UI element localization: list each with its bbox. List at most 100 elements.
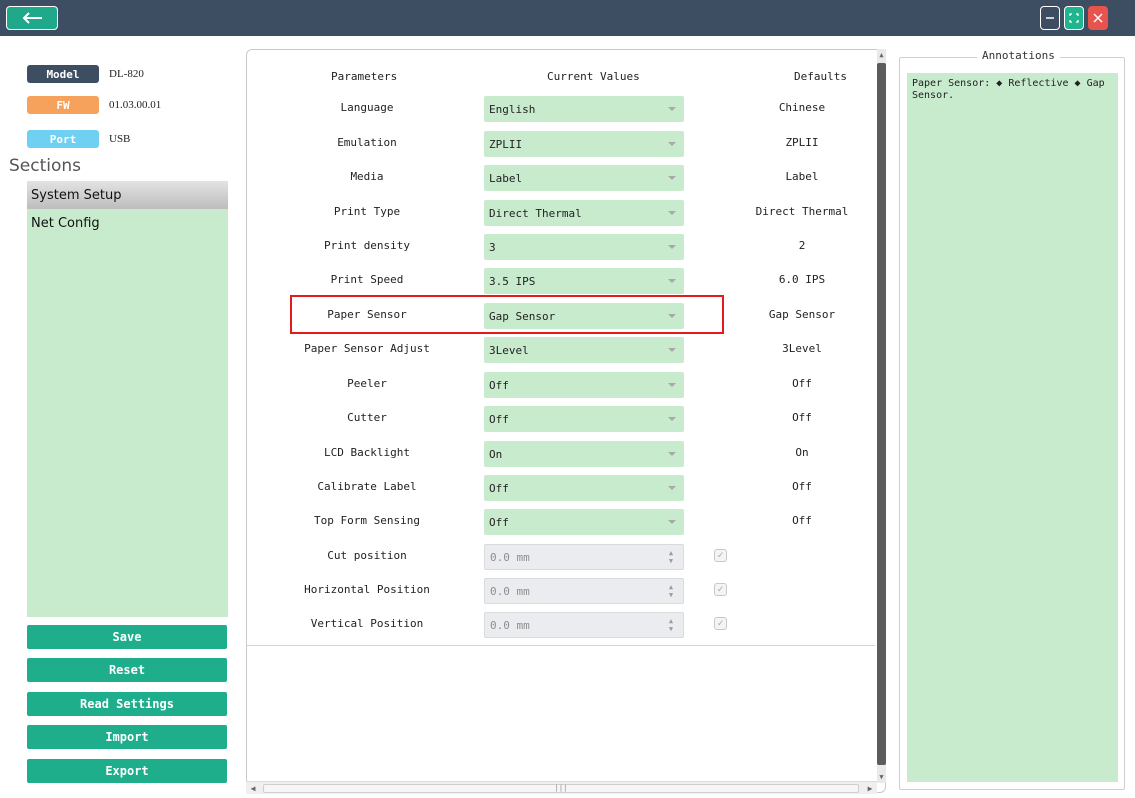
- cutter-dropdown[interactable]: Off: [484, 406, 684, 432]
- paper-sensor-adjust-dropdown[interactable]: 3Level: [484, 337, 684, 363]
- spinner-value: 0.0 mm: [490, 618, 530, 632]
- section-item-system-setup[interactable]: System Setup: [27, 181, 228, 209]
- dropdown-value: Direct Thermal: [489, 206, 582, 220]
- read-settings-button[interactable]: Read Settings: [27, 692, 227, 716]
- chevron-down-icon: [668, 107, 676, 111]
- minimize-icon: [1046, 17, 1054, 19]
- fw-value: 01.03.00.01: [109, 99, 162, 111]
- horizontal-position-spinner[interactable]: 0.0 mm ▲ ▼: [484, 578, 684, 604]
- lcd-backlight-dropdown[interactable]: On: [484, 441, 684, 467]
- param-label: Media: [350, 170, 384, 183]
- dropdown-value: 3.5 IPS: [489, 274, 536, 288]
- table-row: Emulation ZPLII ZPLII: [247, 129, 875, 159]
- chevron-down-icon: [668, 279, 676, 283]
- dropdown-value: 3: [489, 240, 496, 254]
- spinner-arrows-icon[interactable]: ▲ ▼: [667, 583, 675, 599]
- reset-button[interactable]: Reset: [27, 658, 227, 682]
- model-value: DL-820: [109, 68, 144, 80]
- emulation-dropdown[interactable]: ZPLII: [484, 131, 684, 157]
- param-label: Emulation: [337, 136, 397, 149]
- cut-position-checkbox[interactable]: ✓: [714, 549, 727, 562]
- chevron-down-icon: [668, 520, 676, 524]
- header-current-values: Current Values: [547, 70, 640, 83]
- sections-list: System Setup Net Config: [27, 181, 228, 617]
- vertical-scrollbar[interactable]: ▲ ▼: [877, 49, 886, 783]
- vertical-scroll-thumb[interactable]: [877, 63, 886, 765]
- table-row: Print density 3 2: [247, 232, 875, 262]
- fw-badge: FW: [27, 96, 99, 114]
- table-row: Top Form Sensing Off Off: [247, 507, 875, 537]
- param-label: Paper Sensor Adjust: [304, 342, 430, 355]
- param-label: LCD Backlight: [323, 446, 411, 459]
- spinner-arrows-icon[interactable]: ▲ ▼: [667, 549, 675, 565]
- table-row: LCD Backlight On On: [247, 439, 875, 469]
- default-value: ZPLII: [785, 136, 819, 149]
- spinner-arrows-icon[interactable]: ▲ ▼: [667, 617, 675, 633]
- fw-row: FW 01.03.00.01: [27, 96, 161, 114]
- dropdown-value: English: [489, 102, 536, 116]
- scroll-left-icon[interactable]: ◀: [246, 782, 260, 795]
- port-badge: Port: [27, 130, 99, 148]
- title-bar: [0, 0, 1135, 36]
- dropdown-value: 3Level: [489, 343, 529, 357]
- table-row: Calibrate Label Off Off: [247, 473, 875, 503]
- header-parameters: Parameters: [331, 70, 398, 83]
- default-value: Direct Thermal: [755, 205, 849, 218]
- default-value: Label: [785, 170, 819, 183]
- scroll-right-icon[interactable]: ▶: [863, 782, 877, 795]
- print-density-dropdown[interactable]: 3: [484, 234, 684, 260]
- param-label: Vertical Position: [310, 617, 424, 630]
- section-item-net-config[interactable]: Net Config: [27, 209, 228, 237]
- param-label: Print Speed: [330, 273, 404, 286]
- vertical-position-spinner[interactable]: 0.0 mm ▲ ▼: [484, 612, 684, 638]
- table-row: Language English Chinese: [247, 94, 875, 124]
- close-icon: [1093, 13, 1103, 23]
- chevron-down-icon: [668, 417, 676, 421]
- horizontal-position-checkbox[interactable]: ✓: [714, 583, 727, 596]
- save-button[interactable]: Save: [27, 625, 227, 649]
- language-dropdown[interactable]: English: [484, 96, 684, 122]
- print-speed-dropdown[interactable]: 3.5 IPS: [484, 268, 684, 294]
- spinner-value: 0.0 mm: [490, 584, 530, 598]
- scroll-down-icon[interactable]: ▼: [877, 771, 886, 783]
- arrow-left-icon: [22, 12, 42, 24]
- default-value: Chinese: [778, 101, 826, 114]
- import-button[interactable]: Import: [27, 725, 227, 749]
- horizontal-scroll-thumb[interactable]: |||: [263, 784, 859, 793]
- default-value: Gap Sensor: [768, 308, 836, 321]
- chevron-down-icon: [668, 452, 676, 456]
- close-button[interactable]: [1088, 6, 1108, 30]
- port-row: Port USB: [27, 130, 130, 148]
- annotations-text: Paper Sensor: ◆ Reflective ◆ Gap Sensor.: [907, 73, 1118, 782]
- table-row: Peeler Off Off: [247, 370, 875, 400]
- print-type-dropdown[interactable]: Direct Thermal: [484, 200, 684, 226]
- param-label: Horizontal Position: [304, 583, 430, 596]
- minimize-button[interactable]: [1040, 6, 1060, 30]
- back-button[interactable]: [6, 6, 58, 30]
- chevron-down-icon: [668, 348, 676, 352]
- table-row: Vertical Position 0.0 mm ▲ ▼ ✓: [247, 610, 875, 640]
- annotations-title: Annotations: [977, 49, 1060, 62]
- default-value: Off: [792, 480, 812, 493]
- media-dropdown[interactable]: Label: [484, 165, 684, 191]
- maximize-button[interactable]: [1064, 6, 1084, 30]
- dropdown-value: Off: [489, 412, 509, 426]
- scroll-up-icon[interactable]: ▲: [877, 49, 886, 61]
- table-row: Cut position 0.0 mm ▲ ▼ ✓: [247, 542, 875, 572]
- table-row: Paper Sensor Adjust 3Level 3Level: [247, 335, 875, 365]
- export-button[interactable]: Export: [27, 759, 227, 783]
- parameters-panel: Parameters Current Values Defaults Langu…: [246, 49, 886, 793]
- dropdown-value: Off: [489, 515, 509, 529]
- default-value: Off: [792, 411, 812, 424]
- horizontal-scrollbar[interactable]: ◀ ||| ▶: [246, 781, 877, 794]
- table-row: Media Label Label: [247, 163, 875, 193]
- cut-position-spinner[interactable]: 0.0 mm ▲ ▼: [484, 544, 684, 570]
- vertical-position-checkbox[interactable]: ✓: [714, 617, 727, 630]
- calibrate-label-dropdown[interactable]: Off: [484, 475, 684, 501]
- chevron-down-icon: [668, 245, 676, 249]
- param-label: Print Type: [333, 205, 401, 218]
- parameters-grid: Parameters Current Values Defaults Langu…: [247, 50, 875, 646]
- top-form-sensing-dropdown[interactable]: Off: [484, 509, 684, 535]
- default-value: 3Level: [782, 342, 822, 355]
- peeler-dropdown[interactable]: Off: [484, 372, 684, 398]
